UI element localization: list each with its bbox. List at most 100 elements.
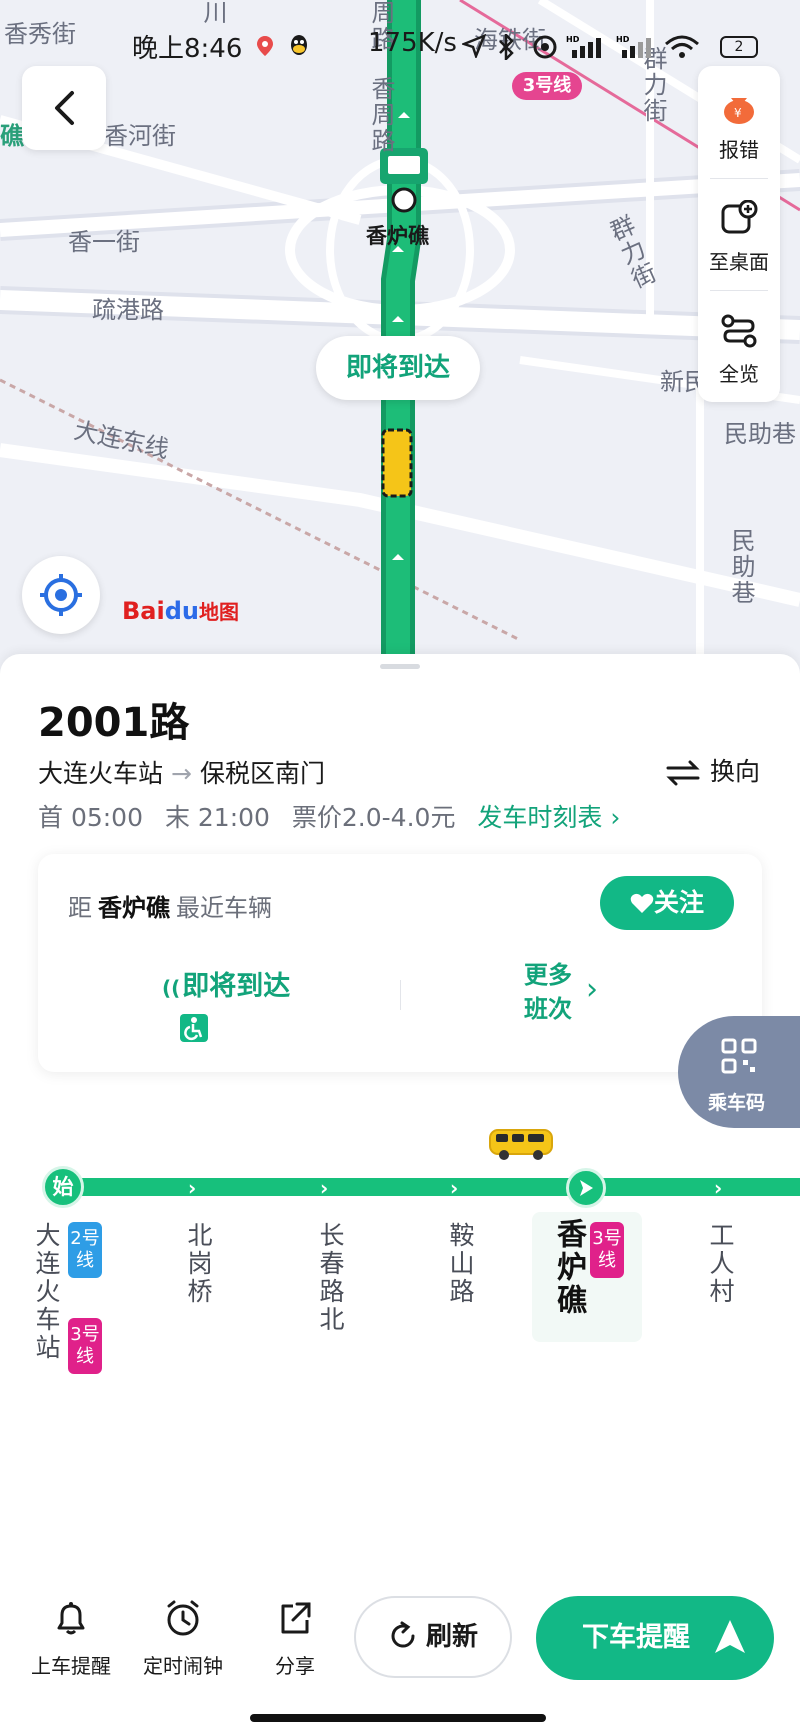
arrival-status: ((即将到达	[162, 964, 290, 1003]
divider	[400, 980, 401, 1010]
map-stop-label: 香炉礁	[366, 224, 429, 248]
refresh-button[interactable]: 刷新	[354, 1596, 512, 1678]
last-bus-time: 末 21:00	[164, 803, 270, 832]
more-trips-button[interactable]: 更多班次	[524, 958, 584, 1026]
route-origin: 大连火车站	[38, 759, 164, 788]
map-view[interactable]: 香秀街 川 香河街 礁 香一街 疏港路 大连东线 周路 香周路 海铁街 群力街 …	[0, 0, 800, 680]
map-label: 民助巷	[724, 420, 796, 448]
metro-line-3-badge: 3号线	[68, 1318, 102, 1374]
alight-alert-button[interactable]: 下车提醒	[536, 1596, 774, 1680]
fare-info: 票价2.0-4.0元	[291, 803, 456, 832]
timetable-label: 发车时刻表	[477, 803, 603, 832]
add-to-desktop-label: 至桌面	[709, 250, 769, 274]
start-marker: 始	[42, 1166, 84, 1208]
locate-button[interactable]	[22, 556, 100, 634]
follow-label: 关注	[653, 888, 704, 917]
card-title-prefix: 距	[68, 894, 92, 922]
bell-icon	[57, 1602, 85, 1635]
realtime-signal-icon: ((	[162, 976, 181, 1000]
bus-position-icon	[488, 1126, 556, 1166]
stop-name[interactable]: 鞍山路	[442, 1222, 478, 1306]
share-icon	[281, 1602, 311, 1634]
board-alert-button[interactable]: 上车提醒	[16, 1598, 126, 1679]
signal-icon: HD	[566, 34, 608, 67]
baidu-map-logo: Baidu地图	[122, 596, 239, 625]
overview-label: 全览	[719, 362, 759, 386]
nearest-bus-card: 距香炉礁 最近车辆 关注 ((即将到达 更多班次 ›	[38, 854, 762, 1072]
stop-name[interactable]: 长春路北	[312, 1222, 348, 1334]
add-desktop-icon	[721, 200, 758, 234]
navigation-arrow-icon	[460, 33, 487, 65]
alarm-button[interactable]: 定时闹钟	[128, 1598, 238, 1679]
share-button[interactable]: 分享	[240, 1598, 350, 1679]
network-speed: 175K/s	[368, 28, 457, 58]
status-time: 晚上8:46	[132, 34, 243, 64]
arrow-right-icon: →	[171, 759, 192, 788]
route-name: 2001路	[38, 700, 190, 746]
bluetooth-icon	[496, 31, 516, 67]
money-bag-icon: ¥	[724, 98, 754, 124]
logo-text: 地图	[198, 600, 239, 624]
logo-text: Bai	[122, 597, 165, 625]
arriving-bubble: 即将到达	[316, 336, 480, 400]
map-label: 疏港路	[92, 296, 164, 324]
metro-line-3-badge: 3号线	[590, 1222, 624, 1278]
bottom-action-bar: 上车提醒 定时闹钟 分享 刷新 下车提醒	[0, 1590, 800, 1700]
card-title-suffix: 最近车辆	[176, 894, 272, 922]
svg-text:HD: HD	[566, 35, 580, 44]
stop-name[interactable]: 北岗桥	[180, 1222, 216, 1306]
map-label: 香周路	[367, 76, 395, 154]
report-error-button[interactable]: ¥ 报错	[698, 66, 780, 178]
overview-button[interactable]: 全览	[698, 290, 780, 402]
metro-line-badge: 3号线	[512, 72, 582, 100]
wifi-icon	[664, 34, 700, 67]
qr-code-icon	[721, 1038, 757, 1074]
current-stop-name[interactable]: 香炉礁	[546, 1218, 590, 1317]
svg-text:¥: ¥	[734, 106, 742, 120]
battery-indicator: 2	[720, 36, 758, 58]
share-label: 分享	[275, 1654, 315, 1678]
route-direction: 大连火车站 → 保税区南门	[38, 754, 325, 790]
add-to-desktop-button[interactable]: 至桌面	[698, 178, 780, 290]
location-pin-icon	[256, 34, 274, 64]
alight-alert-label: 下车提醒	[582, 1622, 690, 1653]
nearest-bus-title: 距香炉礁 最近车辆	[68, 888, 272, 923]
board-alert-label: 上车提醒	[31, 1654, 111, 1678]
sheet-drag-handle[interactable]	[380, 664, 420, 669]
map-tools-panel: ¥ 报错 至桌面 全览	[698, 66, 780, 402]
navigation-arrow-icon	[715, 1620, 745, 1653]
swap-direction-button[interactable]: 换向	[666, 752, 760, 788]
report-error-label: 报错	[719, 138, 759, 162]
logo-text: du	[164, 597, 199, 625]
alarm-clock-icon	[167, 1600, 199, 1636]
ride-code-button[interactable]: 乘车码	[678, 1016, 800, 1128]
swap-label: 换向	[710, 757, 761, 786]
qq-icon	[288, 34, 310, 65]
chevron-right-icon: ›	[714, 1176, 723, 1200]
timetable-link[interactable]: 发车时刻表 ›	[477, 803, 620, 832]
stop-name[interactable]: 大连火车站	[28, 1222, 64, 1362]
alarm-label: 定时闹钟	[143, 1654, 223, 1678]
status-bar: 晚上8:46 175K/s HD HD 2	[0, 26, 800, 66]
chevron-right-icon: ›	[586, 972, 598, 1007]
heart-icon	[630, 893, 654, 913]
map-label: 民助巷	[727, 528, 755, 606]
back-button[interactable]	[22, 66, 106, 150]
signal-icon: HD	[616, 34, 656, 67]
stop-name[interactable]: 工人村	[702, 1222, 738, 1306]
route-line-track	[58, 1178, 800, 1196]
route-overview-icon	[721, 314, 757, 348]
home-indicator[interactable]	[250, 1714, 546, 1722]
arrival-status-text: 即将到达	[182, 971, 291, 1002]
chevron-right-icon: ›	[188, 1176, 197, 1200]
chevron-right-icon: ›	[610, 803, 621, 832]
refresh-label: 刷新	[425, 1622, 478, 1652]
chevron-right-icon: ›	[320, 1176, 329, 1200]
current-stop-marker	[566, 1168, 606, 1208]
follow-button[interactable]: 关注	[600, 876, 734, 930]
alarm-status-icon	[532, 34, 558, 67]
swap-icon	[666, 760, 700, 786]
wheelchair-icon	[180, 1014, 208, 1042]
route-destination: 保税区南门	[199, 759, 325, 788]
ride-code-label: 乘车码	[708, 1092, 766, 1114]
